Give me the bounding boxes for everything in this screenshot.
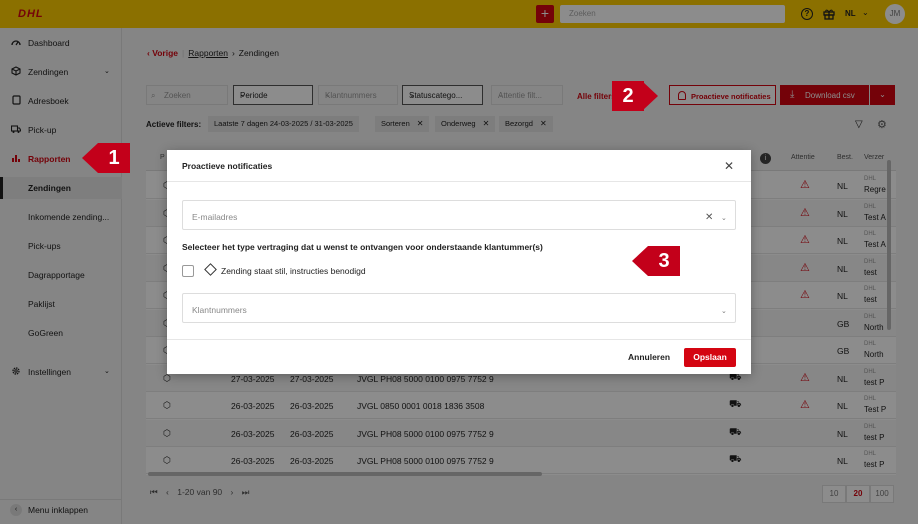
- email-placeholder: E-mailadres: [192, 212, 238, 222]
- callout-number: 2: [612, 81, 644, 111]
- clear-icon[interactable]: ✕: [705, 212, 713, 223]
- callout-1: 1: [82, 143, 130, 173]
- dialog-title: Proactieve notificaties: [182, 161, 273, 171]
- email-field[interactable]: E-mailadres ✕ ⌄: [182, 200, 736, 230]
- callout-number: 3: [648, 246, 680, 276]
- klantnummers-field[interactable]: Klantnummers ⌄: [182, 293, 736, 323]
- save-button[interactable]: Opslaan: [684, 348, 736, 367]
- klantnummers-placeholder: Klantnummers: [192, 305, 247, 315]
- dialog-footer: Annuleren Opslaan: [167, 339, 751, 374]
- dialog-header: Proactieve notificaties ✕: [167, 150, 751, 182]
- close-icon[interactable]: ✕: [724, 159, 734, 173]
- callout-arrow: [642, 81, 658, 111]
- callout-arrow: [632, 246, 648, 276]
- cancel-button[interactable]: Annuleren: [628, 352, 670, 362]
- chevron-down-icon[interactable]: ⌄: [721, 307, 727, 315]
- chevron-down-icon[interactable]: ⌄: [721, 214, 727, 222]
- delay-type-checkbox[interactable]: [182, 265, 194, 277]
- callout-number: 1: [98, 143, 130, 173]
- callout-2: 2: [612, 81, 658, 111]
- warning-diamond-icon: [204, 263, 217, 276]
- delay-type-label[interactable]: Zending staat stil, instructies benodigd: [221, 266, 366, 276]
- delay-type-heading: Selecteer het type vertraging dat u wens…: [182, 242, 543, 252]
- callout-arrow: [82, 143, 98, 173]
- callout-3: 3: [632, 246, 680, 276]
